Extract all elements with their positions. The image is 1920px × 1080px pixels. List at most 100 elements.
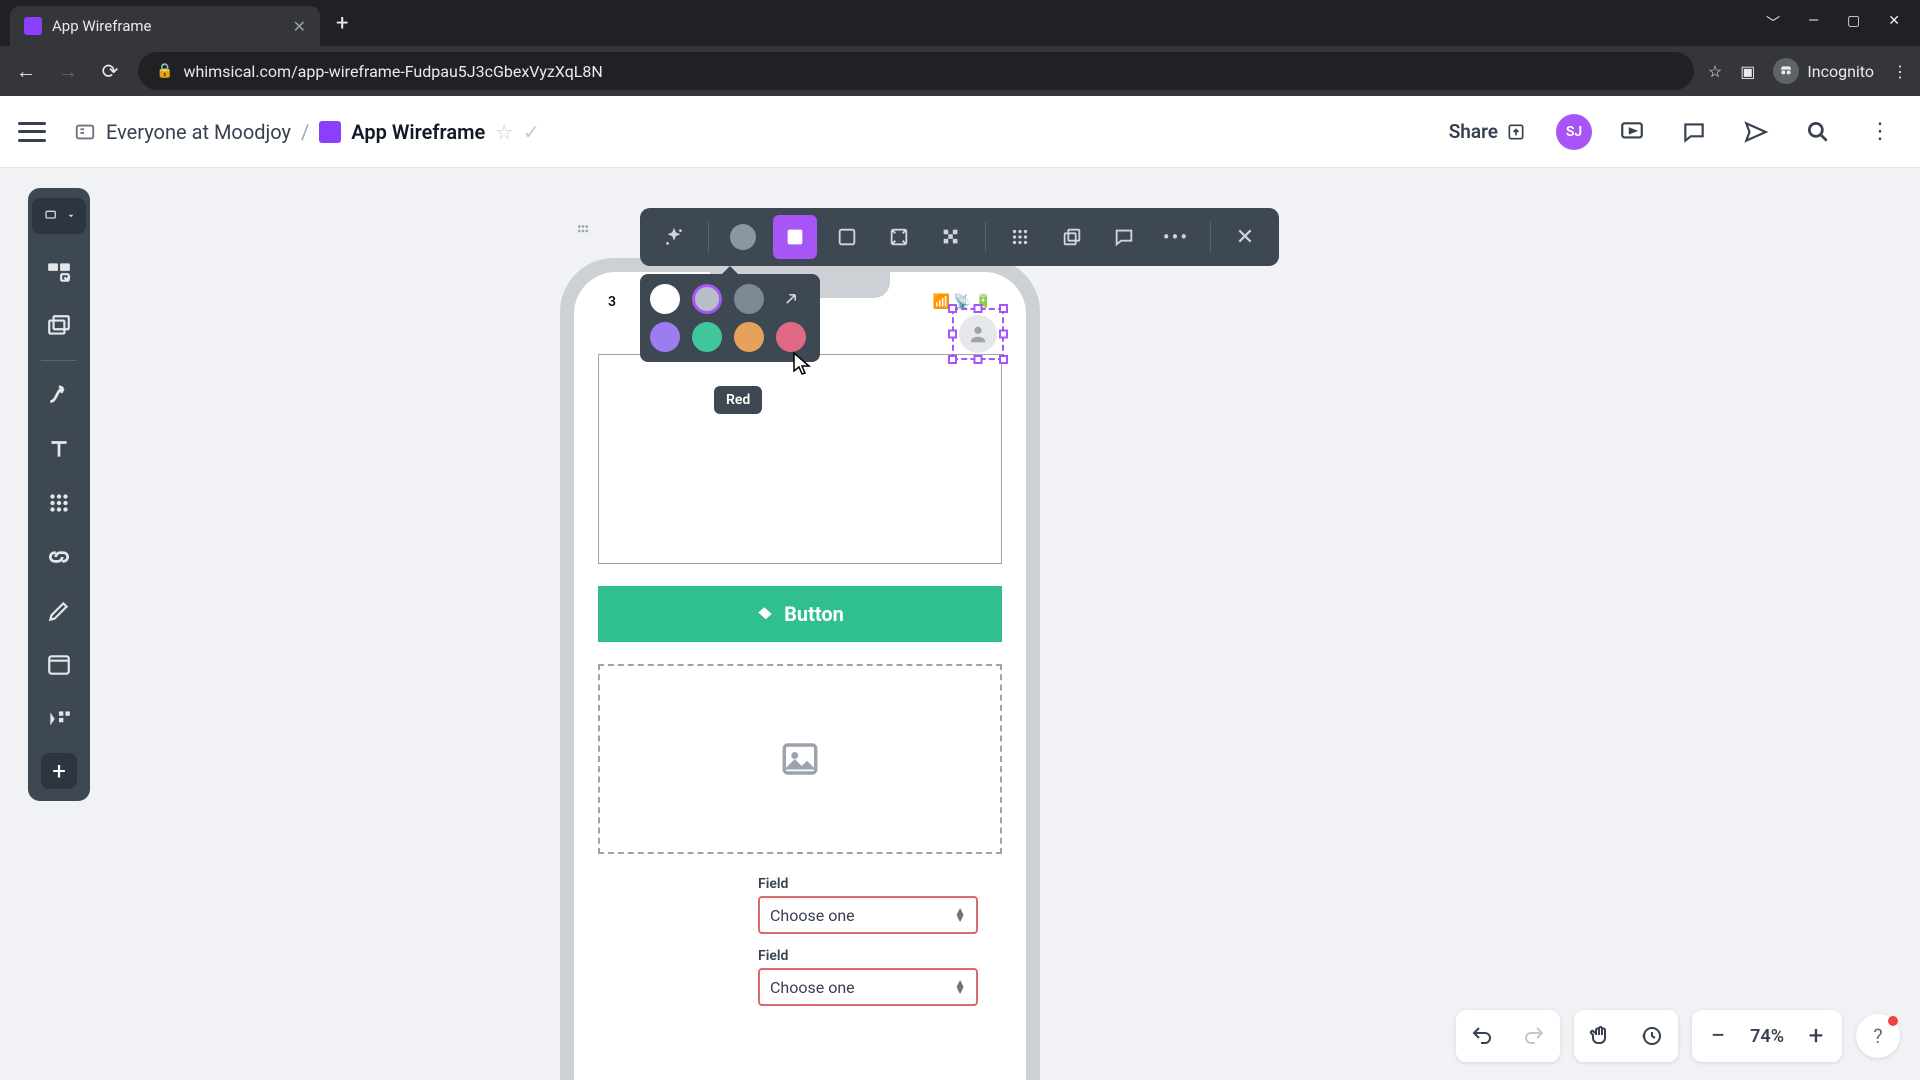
help-button[interactable]: ? [1856,1014,1900,1058]
tool-section[interactable] [39,645,79,685]
new-tab-button[interactable]: + [328,11,356,36]
ctx-fill-frame[interactable] [877,215,921,259]
swatch-orange[interactable] [734,322,764,352]
chevron-down-icon[interactable]: ﹀ [1766,13,1780,33]
workspace-icon [74,121,96,143]
resize-handle[interactable] [999,330,1008,339]
drag-handle-icon[interactable] [574,222,592,244]
extensions-icon[interactable]: ▣ [1740,62,1755,81]
tool-link[interactable] [39,537,79,577]
tab-title: App Wireframe [52,17,283,35]
tool-iconset[interactable] [39,699,79,739]
minimize-icon[interactable]: ― [1808,13,1819,33]
user-avatar[interactable]: SJ [1556,114,1592,150]
avatar-element[interactable] [959,315,997,353]
caret-icon: ▲▼ [954,980,966,994]
tool-pencil[interactable] [39,591,79,631]
send-button[interactable] [1734,110,1778,154]
reload-button[interactable]: ⟳ [96,59,124,83]
field-select-2[interactable]: Choose one ▲▼ [758,968,978,1006]
tool-text[interactable] [39,429,79,469]
resize-handle[interactable] [948,330,957,339]
ctx-grid-icon[interactable] [998,215,1042,259]
browser-tab[interactable]: App Wireframe ✕ [10,6,320,46]
ctx-fill-checker[interactable] [929,215,973,259]
resize-handle[interactable] [974,304,983,313]
resize-handle[interactable] [948,355,957,364]
context-toolbar: ••• ✕ [640,208,1279,266]
swatch-gray[interactable] [734,284,764,314]
undo-button[interactable] [1456,1010,1508,1062]
field-select-1[interactable]: Choose one ▲▼ [758,896,978,934]
breadcrumb-workspace[interactable]: Everyone at Moodjoy [106,120,291,144]
swatch-purple[interactable] [650,322,680,352]
tool-grid[interactable] [39,483,79,523]
maximize-icon[interactable]: ▢ [1847,13,1860,33]
browser-menu-icon[interactable]: ⋮ [1892,62,1908,81]
toolbar-separator [1210,222,1211,252]
wireframe-button[interactable]: Button [598,586,1002,642]
forward-button[interactable]: → [54,59,82,84]
zoom-out-button[interactable]: − [1692,1010,1744,1062]
canvas[interactable]: + 3 📶 📡 🔋 [0,168,1920,1080]
menu-button[interactable] [18,122,46,142]
url-field[interactable]: 🔒 whimsical.com/app-wireframe-Fudpau5J3c… [138,52,1694,90]
ctx-ai-icon[interactable] [652,215,696,259]
search-button[interactable] [1796,110,1840,154]
tool-components[interactable] [39,252,79,292]
wireframe-fields: Field Choose one ▲▼ Field Choose one ▲▼ [598,876,1002,1006]
ctx-more-icon[interactable]: ••• [1154,215,1198,259]
image-icon [779,738,821,780]
ctx-color-button[interactable] [721,215,765,259]
zoom-level[interactable]: 74% [1744,1026,1790,1047]
wireframe-box[interactable] [598,354,1002,564]
swatch-light-gray[interactable] [692,284,722,314]
resize-handle[interactable] [999,355,1008,364]
ctx-close-icon[interactable]: ✕ [1223,215,1267,259]
tab-favicon-icon [24,17,42,35]
ctx-fill-outline[interactable] [825,215,869,259]
swatch-green[interactable] [692,322,722,352]
left-toolbar: + [28,188,90,801]
swatch-white[interactable] [650,284,680,314]
incognito-label: Incognito [1807,62,1874,81]
hand-tool-button[interactable] [1574,1010,1626,1062]
resize-handle[interactable] [999,304,1008,313]
resize-handle[interactable] [948,304,957,313]
zoom-in-button[interactable]: + [1790,1010,1842,1062]
present-button[interactable] [1610,110,1654,154]
toolbar-separator [708,222,709,252]
phone-frame[interactable]: 3 📶 📡 🔋 [560,258,1040,1080]
current-color-swatch [730,224,756,250]
phone-screen: 3 📶 📡 🔋 [574,272,1026,1080]
close-window-icon[interactable]: ✕ [1888,13,1900,33]
history-button[interactable] [1626,1010,1678,1062]
ctx-comment-icon[interactable] [1102,215,1146,259]
redo-button[interactable] [1508,1010,1560,1062]
ctx-fill-solid[interactable] [773,215,817,259]
tool-connector[interactable] [39,375,79,415]
wireframe-image-placeholder[interactable] [598,664,1002,854]
expand-colors-icon[interactable] [776,284,806,314]
share-button[interactable]: Share [1437,112,1538,151]
check-icon[interactable]: ✓ [523,120,540,144]
resize-handle[interactable] [974,355,983,364]
back-button[interactable]: ← [12,59,40,84]
field-label: Field [758,948,1002,964]
tool-frame[interactable] [39,306,79,346]
breadcrumb-title[interactable]: App Wireframe [351,120,485,144]
tag-icon [756,605,774,623]
selected-element[interactable] [946,302,1010,366]
tool-add[interactable]: + [41,753,77,789]
lock-icon: 🔒 [156,63,173,79]
comments-button[interactable] [1672,110,1716,154]
share-label: Share [1449,120,1498,143]
more-menu-button[interactable]: ⋮ [1858,110,1902,154]
tool-mode-dropdown[interactable] [32,198,86,234]
tab-close-icon[interactable]: ✕ [293,17,306,36]
incognito-icon [1773,58,1799,84]
bookmark-icon[interactable]: ☆ [1708,62,1722,81]
swatch-red[interactable] [776,322,806,352]
star-icon[interactable]: ☆ [495,120,513,144]
ctx-duplicate-icon[interactable] [1050,215,1094,259]
